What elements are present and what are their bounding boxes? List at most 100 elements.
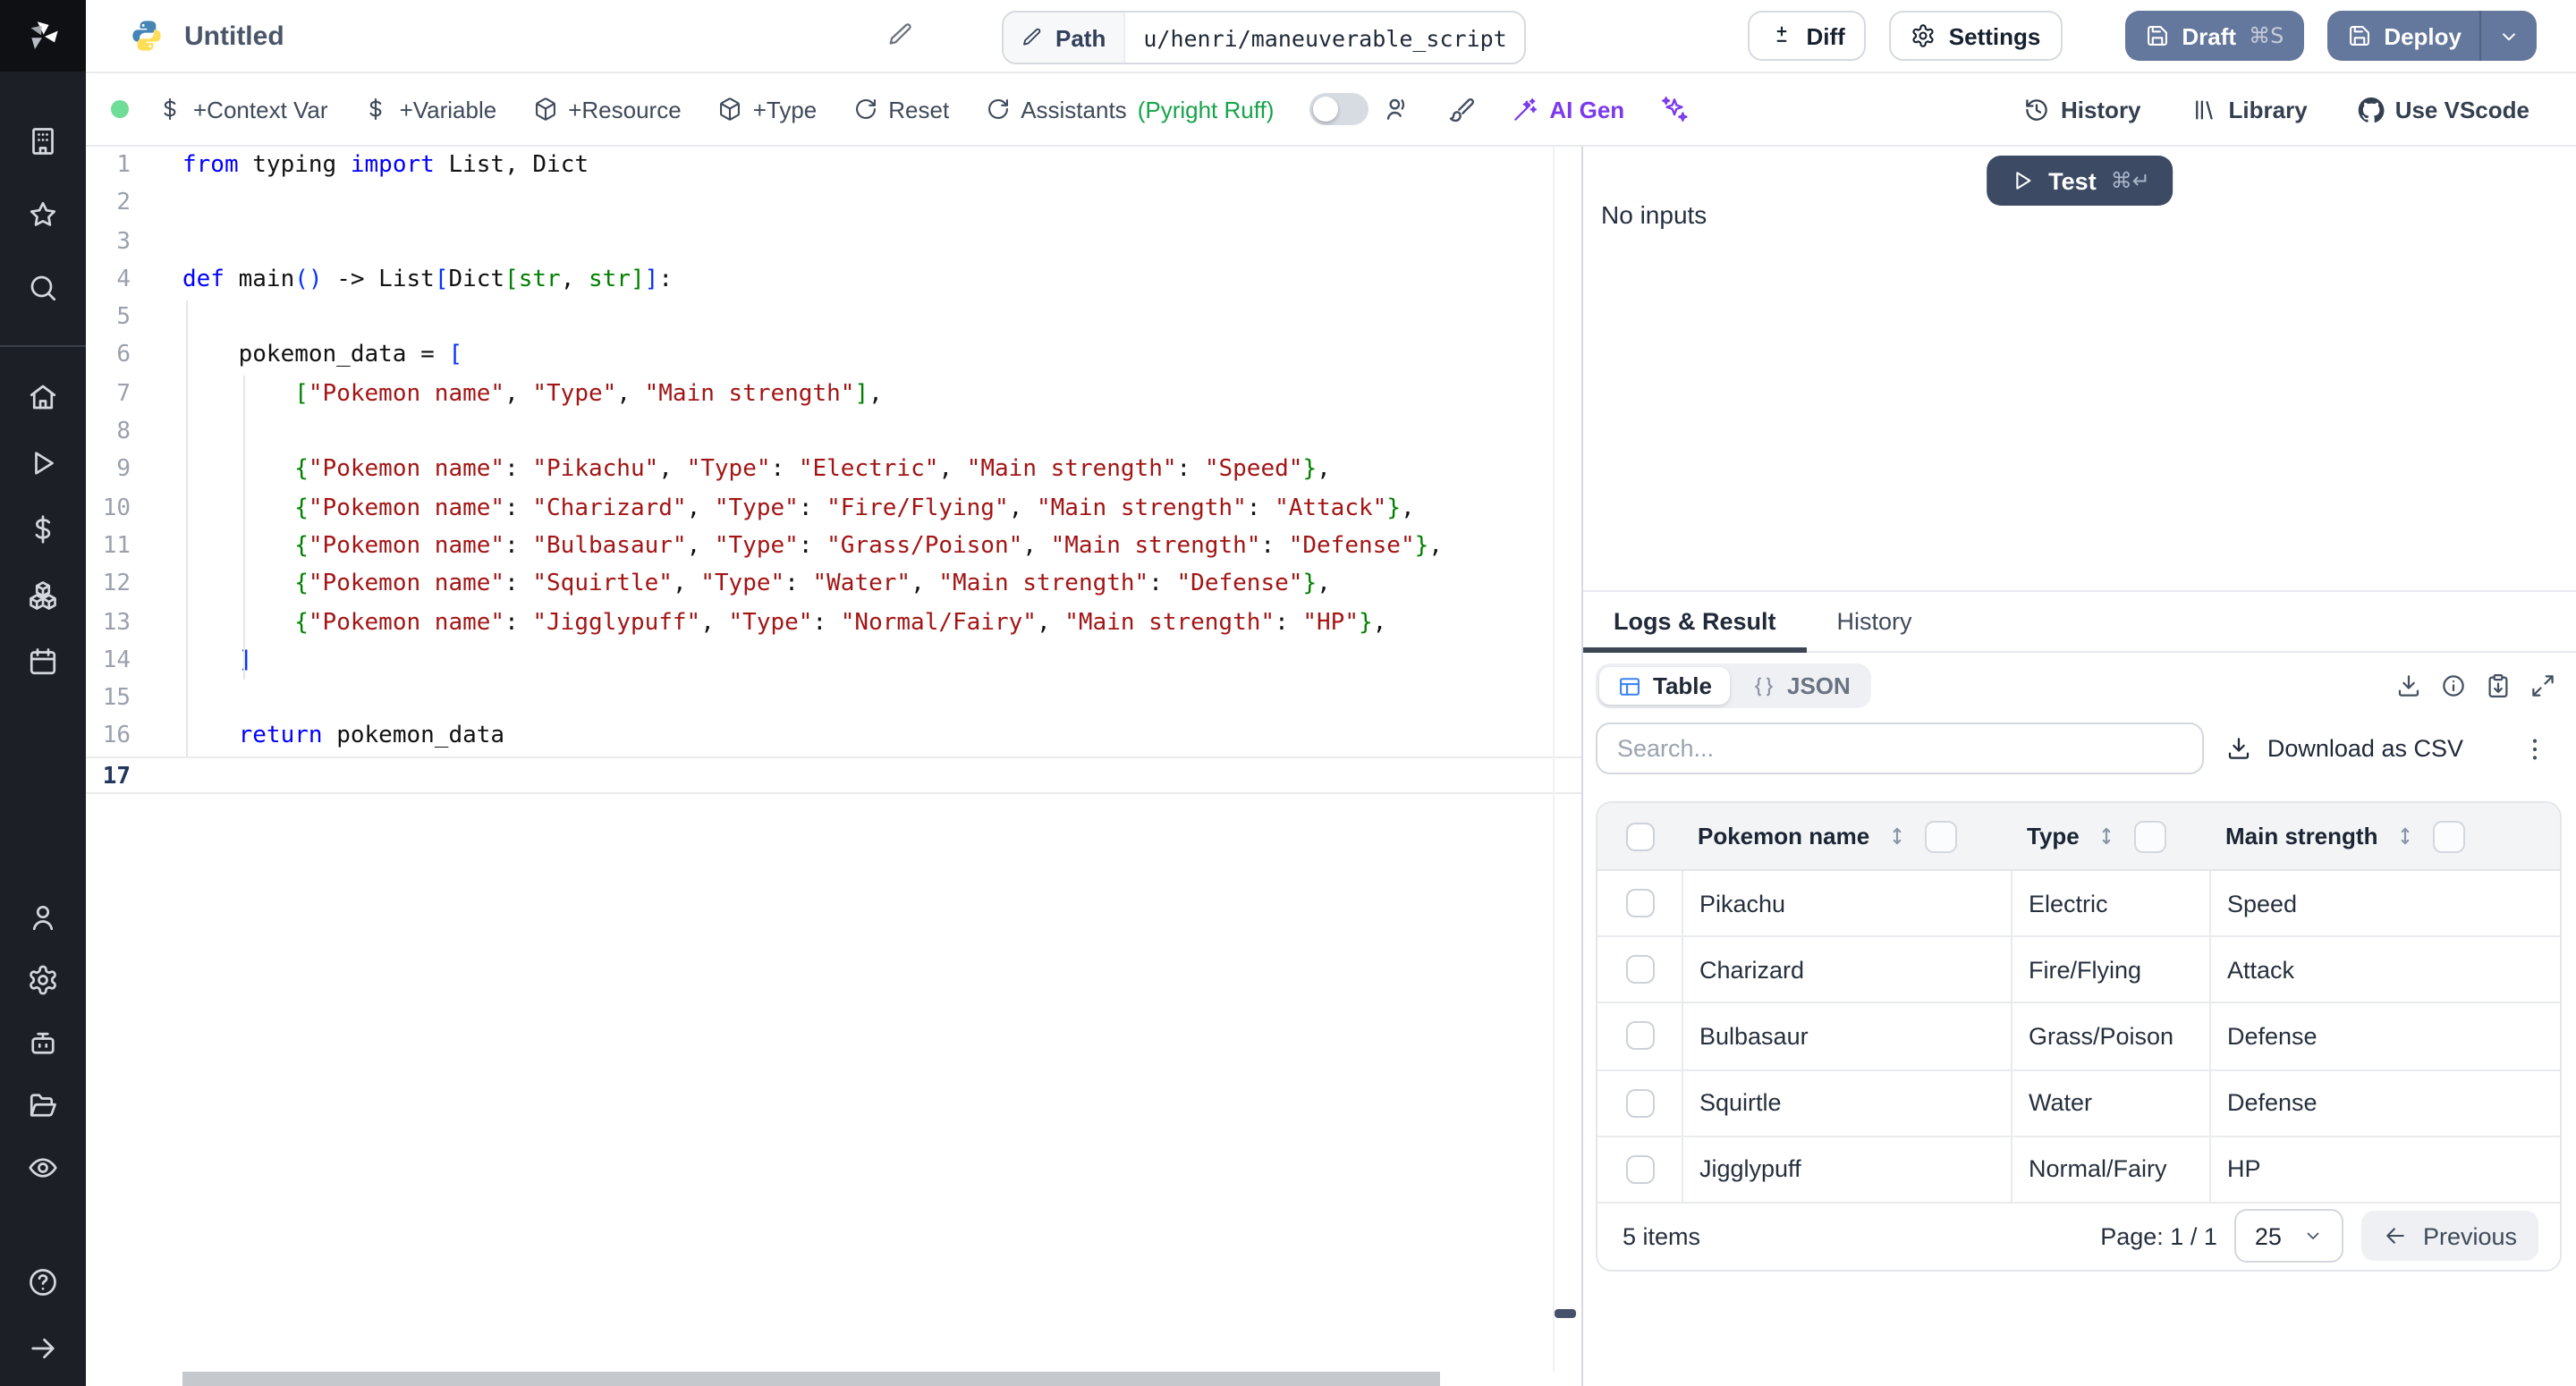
- ai-gen-button[interactable]: AI Gen: [1512, 96, 1624, 123]
- sidebar-star-button[interactable]: [27, 199, 59, 231]
- download-csv-button[interactable]: Download as CSV: [2216, 733, 2474, 764]
- code-editor[interactable]: 1from typing import List, Dict234def mai…: [86, 147, 1581, 1386]
- column-filter-box[interactable]: [2433, 820, 2465, 852]
- add-resource-button[interactable]: +Resource: [532, 96, 681, 123]
- diff-button[interactable]: Diff: [1747, 11, 1866, 61]
- select-all-checkbox[interactable]: [1625, 822, 1654, 850]
- line-number[interactable]: 4: [86, 261, 182, 300]
- code-line-4[interactable]: 4def main() -> List[Dict[str, str]]:: [86, 261, 1581, 300]
- sort-icon[interactable]: [2096, 824, 2119, 848]
- line-number[interactable]: 5: [86, 299, 182, 337]
- line-number[interactable]: 11: [86, 528, 182, 566]
- table-row[interactable]: BulbasaurGrass/PoisonDefense: [1597, 1004, 2560, 1070]
- code-line-6[interactable]: 6 pokemon_data = [: [86, 337, 1581, 376]
- line-number[interactable]: 10: [86, 489, 182, 528]
- code-line-8[interactable]: 8: [86, 413, 1581, 452]
- test-button[interactable]: Test ⌘↵: [1986, 156, 2174, 206]
- sidebar-home-button[interactable]: [27, 381, 59, 413]
- view-mode-table[interactable]: Table: [1599, 667, 1730, 705]
- page-size-select[interactable]: 25: [2235, 1210, 2344, 1263]
- line-number[interactable]: 17: [86, 758, 182, 793]
- line-number[interactable]: 2: [86, 185, 182, 224]
- sort-icon[interactable]: [2394, 824, 2417, 848]
- tab-logs-result[interactable]: Logs & Result: [1583, 592, 1807, 651]
- table-row[interactable]: SquirtleWaterDefense: [1597, 1070, 2560, 1137]
- line-number[interactable]: 15: [86, 680, 182, 718]
- code-line-2[interactable]: 2: [86, 185, 1581, 224]
- settings-button[interactable]: Settings: [1890, 11, 2063, 61]
- deploy-button[interactable]: Deploy: [2326, 11, 2537, 61]
- code-line-12[interactable]: 12 {"Pokemon name": "Squirtle", "Type": …: [86, 566, 1581, 604]
- library-button[interactable]: Library: [2191, 96, 2308, 123]
- expand-icon[interactable]: [2529, 672, 2556, 699]
- add-context-var-button[interactable]: +Context Var: [157, 96, 328, 123]
- code-line-3[interactable]: 3: [86, 223, 1581, 261]
- sidebar-user-button[interactable]: [27, 901, 59, 934]
- line-number[interactable]: 1: [86, 147, 182, 185]
- add-type-button[interactable]: +Type: [717, 96, 818, 123]
- view-mode-json[interactable]: JSON: [1733, 667, 1868, 705]
- line-number[interactable]: 13: [86, 604, 182, 642]
- row-checkbox[interactable]: [1625, 1155, 1654, 1184]
- table-row[interactable]: JigglypuffNormal/FairyHP: [1597, 1137, 2560, 1204]
- panel-resize-handle[interactable]: [1555, 1309, 1576, 1318]
- reset-button[interactable]: Reset: [852, 96, 949, 123]
- sidebar-arrow-right-button[interactable]: [27, 1332, 59, 1365]
- deploy-dropdown[interactable]: [2479, 11, 2537, 61]
- code-line-10[interactable]: 10 {"Pokemon name": "Charizard", "Type":…: [86, 489, 1581, 528]
- multiplayer-toggle[interactable]: [1309, 93, 1368, 125]
- line-number[interactable]: 6: [86, 337, 182, 376]
- column-filter-box[interactable]: [2135, 820, 2167, 852]
- code-line-15[interactable]: 15: [86, 680, 1581, 718]
- sidebar-help-button[interactable]: [27, 1266, 59, 1298]
- sidebar-gear-button[interactable]: [27, 964, 59, 996]
- sidebar-search-button[interactable]: [27, 272, 59, 304]
- sidebar-dollar-button[interactable]: [27, 513, 59, 545]
- tab-history[interactable]: History: [1807, 592, 1943, 651]
- table-menu-button[interactable]: [2521, 734, 2549, 763]
- use-vscode-button[interactable]: Use VScode: [2358, 96, 2529, 123]
- sidebar-bot-button[interactable]: [27, 1027, 59, 1059]
- code-line-14[interactable]: 14 ]: [86, 642, 1581, 680]
- draft-button[interactable]: Draft ⌘S: [2124, 11, 2303, 61]
- line-number[interactable]: 7: [86, 376, 182, 414]
- row-checkbox[interactable]: [1625, 956, 1654, 985]
- windmill-logo[interactable]: [0, 0, 86, 72]
- clipboard-icon[interactable]: [2485, 672, 2512, 699]
- code-line-9[interactable]: 9 {"Pokemon name": "Pikachu", "Type": "E…: [86, 452, 1581, 490]
- path-field[interactable]: Path u/henri/maneuverable_script: [1002, 11, 1527, 64]
- table-row[interactable]: CharizardFire/FlyingAttack: [1597, 937, 2560, 1003]
- add-variable-button[interactable]: +Variable: [364, 96, 497, 123]
- sort-icon[interactable]: [1885, 824, 1909, 848]
- sidebar-folder-button[interactable]: [27, 1089, 59, 1121]
- code-line-17[interactable]: 17: [86, 756, 1581, 795]
- previous-page-button[interactable]: Previous: [2362, 1212, 2538, 1262]
- edit-title-pencil-icon[interactable]: [887, 21, 914, 48]
- awareness-users-button[interactable]: [1383, 95, 1411, 123]
- code-line-1[interactable]: 1from typing import List, Dict: [86, 147, 1581, 185]
- search-input[interactable]: [1596, 723, 2204, 774]
- row-checkbox[interactable]: [1625, 889, 1654, 917]
- sidebar-building-button[interactable]: [27, 125, 59, 157]
- line-number[interactable]: 3: [86, 223, 182, 261]
- history-button[interactable]: History: [2023, 96, 2141, 123]
- format-brush-button[interactable]: [1447, 95, 1476, 123]
- table-row[interactable]: PikachuElectricSpeed: [1597, 871, 2560, 937]
- sidebar-boxes-button[interactable]: [27, 579, 59, 612]
- code-line-11[interactable]: 11 {"Pokemon name": "Bulbasaur", "Type":…: [86, 528, 1581, 566]
- row-checkbox[interactable]: [1625, 1022, 1654, 1051]
- line-number[interactable]: 8: [86, 413, 182, 452]
- line-number[interactable]: 12: [86, 566, 182, 604]
- line-number[interactable]: 9: [86, 452, 182, 490]
- assistants-button[interactable]: Assistants (Pyright Ruff): [985, 96, 1274, 123]
- sidebar-play-button[interactable]: [27, 447, 59, 479]
- code-line-13[interactable]: 13 {"Pokemon name": "Jigglypuff", "Type"…: [86, 604, 1581, 642]
- code-line-5[interactable]: 5: [86, 299, 1581, 337]
- download-icon[interactable]: [2395, 672, 2422, 699]
- info-icon[interactable]: [2440, 672, 2467, 699]
- path-value[interactable]: u/henri/maneuverable_script: [1125, 24, 1524, 51]
- column-filter-box[interactable]: [1925, 820, 1957, 852]
- line-number[interactable]: 14: [86, 642, 182, 680]
- line-number[interactable]: 16: [86, 718, 182, 756]
- code-line-16[interactable]: 16 return pokemon_data: [86, 718, 1581, 756]
